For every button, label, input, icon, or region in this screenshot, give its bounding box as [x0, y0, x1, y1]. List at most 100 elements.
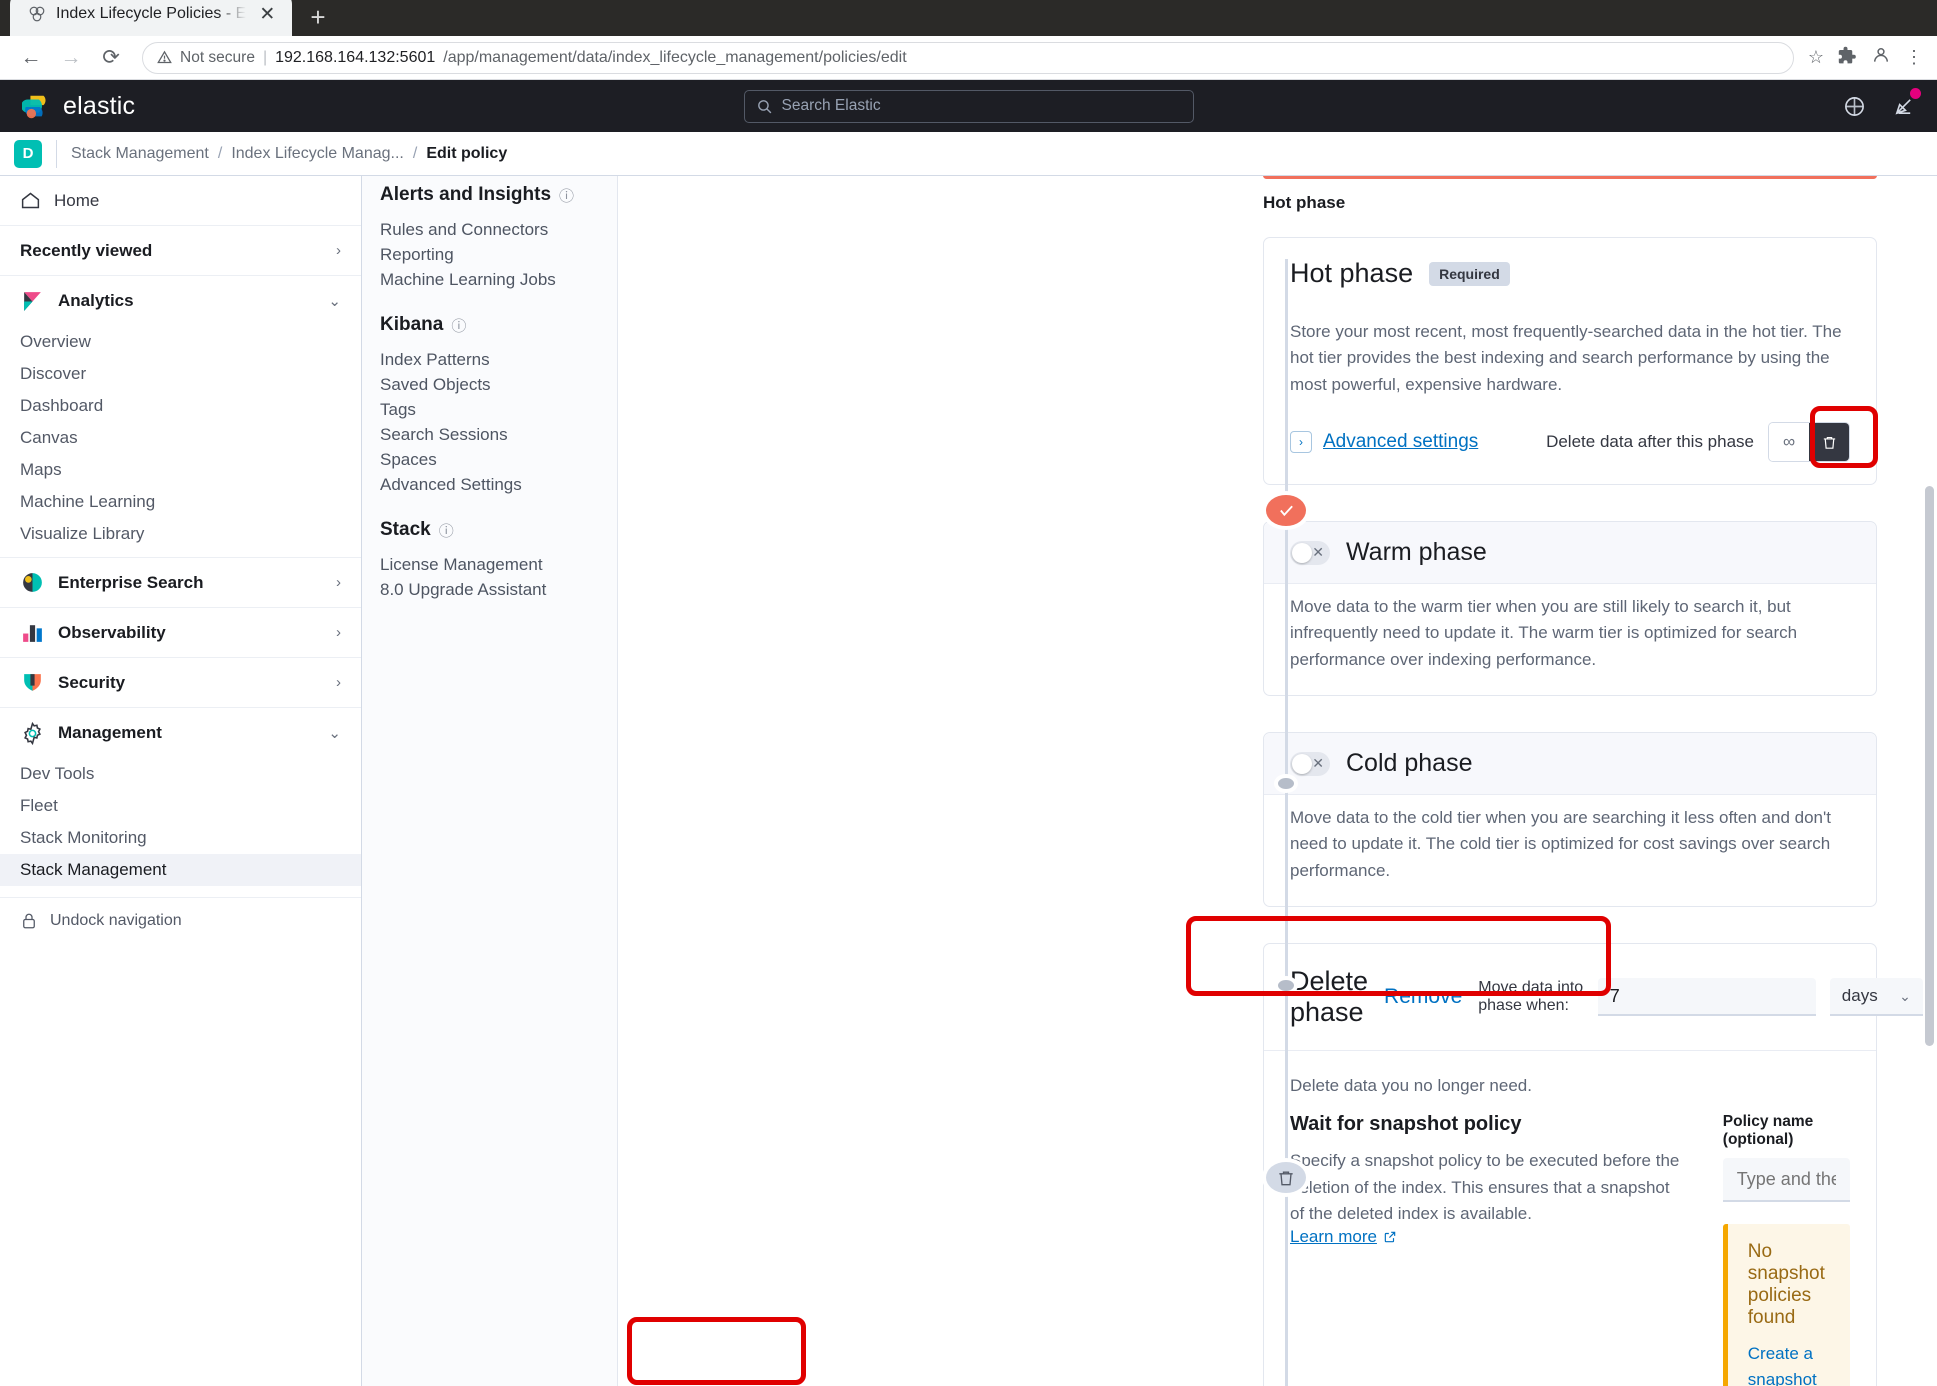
elastic-logo-icon: [22, 91, 52, 121]
bookmark-star-icon[interactable]: ☆: [1808, 47, 1824, 68]
keep-forever-button[interactable]: ∞: [1769, 423, 1809, 461]
delete-after-phase-button[interactable]: [1809, 423, 1849, 461]
cold-phase-toggle[interactable]: ✕: [1290, 752, 1330, 776]
subnav-item-spaces[interactable]: Spaces: [380, 447, 617, 472]
subnav-item-machine-learning-jobs[interactable]: Machine Learning Jobs: [380, 267, 617, 292]
chevron-down-icon[interactable]: ⌄: [328, 724, 341, 742]
tab-close-icon[interactable]: ✕: [256, 3, 278, 26]
enterprise-search-icon: [20, 570, 45, 595]
subnav-item-advanced-settings[interactable]: Advanced Settings: [380, 472, 617, 497]
sidebar-item-dev-tools[interactable]: Dev Tools: [0, 758, 361, 790]
address-bar[interactable]: Not secure | 192.168.164.132:5601/app/ma…: [142, 42, 1794, 74]
security-label: Not secure: [180, 49, 255, 67]
sidebar-group-header-analytics[interactable]: Analytics ⌄: [0, 276, 361, 326]
browser-menu-icon[interactable]: ⋮: [1905, 47, 1923, 68]
subnav-item-search-sessions[interactable]: Search Sessions: [380, 422, 617, 447]
cold-phase-description: Move data to the cold tier when you are …: [1290, 805, 1850, 884]
timeline-phase-label: Hot phase: [1263, 193, 1937, 213]
delete-phase-header: Delete phase Remove Move data into phase…: [1264, 944, 1876, 1051]
sidebar-item-overview[interactable]: Overview: [0, 326, 361, 358]
undock-navigation-button[interactable]: Undock navigation: [0, 897, 361, 943]
chevron-down-icon[interactable]: ⌄: [328, 292, 341, 310]
warm-phase-body: Move data to the warm tier when you are …: [1264, 584, 1876, 695]
chevron-down-icon: ⌄: [1899, 988, 1911, 1005]
callout-title: No snapshot policies found: [1748, 1241, 1830, 1329]
subnav-item-license-management[interactable]: License Management: [380, 552, 617, 577]
back-button[interactable]: ←: [14, 41, 48, 75]
url-separator: |: [263, 49, 267, 67]
sidebar-group-header-observability[interactable]: Observability ›: [0, 607, 361, 657]
learn-more-link[interactable]: Learn more: [1290, 1227, 1397, 1247]
subnav-item-index-patterns[interactable]: Index Patterns: [380, 347, 617, 372]
notification-badge: [1910, 88, 1921, 99]
help-icon[interactable]: [1843, 95, 1866, 118]
extensions-icon[interactable]: [1838, 46, 1857, 70]
move-into-phase-input[interactable]: [1598, 978, 1816, 1016]
subnav-item-saved-objects[interactable]: Saved Objects: [380, 372, 617, 397]
subnav-item-upgrade-assistant[interactable]: 8.0 Upgrade Assistant: [380, 577, 617, 602]
chevron-right-icon[interactable]: ›: [336, 674, 341, 691]
check-icon: [1278, 502, 1295, 519]
help-circle-icon[interactable]: ⓘ: [439, 520, 454, 541]
subnav-title-stack: Stack: [380, 519, 431, 541]
chevron-right-icon[interactable]: ›: [336, 574, 341, 591]
profile-icon[interactable]: [1871, 45, 1891, 70]
subnav-item-rules-and-connectors[interactable]: Rules and Connectors: [380, 217, 617, 242]
url-host: 192.168.164.132:5601: [275, 49, 435, 67]
sidebar-item-discover[interactable]: Discover: [0, 358, 361, 390]
sidebar-item-stack-management[interactable]: Stack Management: [0, 854, 361, 886]
timeline-node-cold: [1266, 970, 1306, 1001]
sidebar-label-home: Home: [54, 191, 99, 211]
sidebar-item-maps[interactable]: Maps: [0, 454, 361, 486]
sidebar-item-dashboard[interactable]: Dashboard: [0, 390, 361, 422]
main-scrollbar[interactable]: [1923, 176, 1935, 1386]
advanced-settings-toggle[interactable]: › Advanced settings: [1290, 431, 1478, 453]
breadcrumb-item-stack-management[interactable]: Stack Management: [71, 145, 209, 163]
subnav-item-tags[interactable]: Tags: [380, 397, 617, 422]
sidebar-item-canvas[interactable]: Canvas: [0, 422, 361, 454]
sidebar-group-header-enterprise-search[interactable]: Enterprise Search ›: [0, 557, 361, 607]
delete-data-button-group[interactable]: ∞: [1768, 422, 1850, 462]
subnav-item-reporting[interactable]: Reporting: [380, 242, 617, 267]
browser-tab[interactable]: Index Lifecycle Policies - E ✕: [10, 0, 292, 36]
forward-button[interactable]: →: [54, 41, 88, 75]
reload-button[interactable]: ⟳: [94, 41, 128, 75]
advanced-settings-label: Advanced settings: [1323, 431, 1478, 453]
omnibox-actions: ☆ ⋮: [1808, 45, 1923, 70]
new-tab-button[interactable]: +: [310, 4, 325, 36]
breadcrumb-item-ilm[interactable]: Index Lifecycle Manag...: [231, 145, 404, 163]
sidebar-item-stack-monitoring[interactable]: Stack Monitoring: [0, 822, 361, 854]
sidebar-item-visualize-library[interactable]: Visualize Library: [0, 518, 361, 550]
remove-delete-phase-link[interactable]: Remove: [1384, 985, 1462, 1009]
sidebar-item-machine-learning[interactable]: Machine Learning: [0, 486, 361, 518]
sidebar-item-home[interactable]: Home: [0, 176, 361, 226]
sidebar-group-header-security[interactable]: Security ›: [0, 657, 361, 707]
trash-icon: [1821, 434, 1838, 451]
time-unit-select[interactable]: days ⌄: [1830, 978, 1923, 1016]
close-icon: ✕: [1312, 755, 1324, 772]
sidebar-group-header-management[interactable]: Management ⌄: [0, 708, 361, 758]
create-snapshot-policy-link[interactable]: Create a snapshot lifecycle policy: [1748, 1344, 1817, 1386]
help-circle-icon[interactable]: ⓘ: [559, 185, 574, 206]
space-avatar[interactable]: D: [14, 140, 42, 168]
cold-phase-header: ✕ Cold phase: [1264, 733, 1876, 795]
scrollbar-thumb[interactable]: [1925, 486, 1934, 1046]
lock-icon: [20, 912, 38, 930]
chevron-right-icon: ›: [1290, 431, 1312, 453]
sidebar-item-fleet[interactable]: Fleet: [0, 790, 361, 822]
elastic-brand[interactable]: elastic: [22, 91, 135, 121]
cold-phase-body: Move data to the cold tier when you are …: [1264, 795, 1876, 906]
delete-phase-body-text: Delete data you no longer need.: [1290, 1073, 1850, 1099]
delete-data-after-phase-label: Delete data after this phase: [1546, 432, 1754, 452]
elastic-top-header: elastic Search Elastic: [0, 80, 1937, 132]
warm-phase-toggle[interactable]: ✕: [1290, 541, 1330, 565]
notifications-icon[interactable]: [1892, 95, 1915, 118]
chevron-right-icon[interactable]: ›: [336, 624, 341, 641]
policy-name-input[interactable]: [1723, 1158, 1850, 1202]
global-search-bar[interactable]: Search Elastic: [744, 90, 1194, 123]
cold-phase-title: Cold phase: [1346, 749, 1472, 778]
secondary-nav: Alerts and Insights ⓘ Rules and Connecto…: [362, 176, 618, 1386]
sidebar-item-recently-viewed[interactable]: Recently viewed ›: [0, 226, 361, 276]
observability-icon: [20, 620, 45, 645]
help-circle-icon[interactable]: ⓘ: [451, 315, 466, 336]
